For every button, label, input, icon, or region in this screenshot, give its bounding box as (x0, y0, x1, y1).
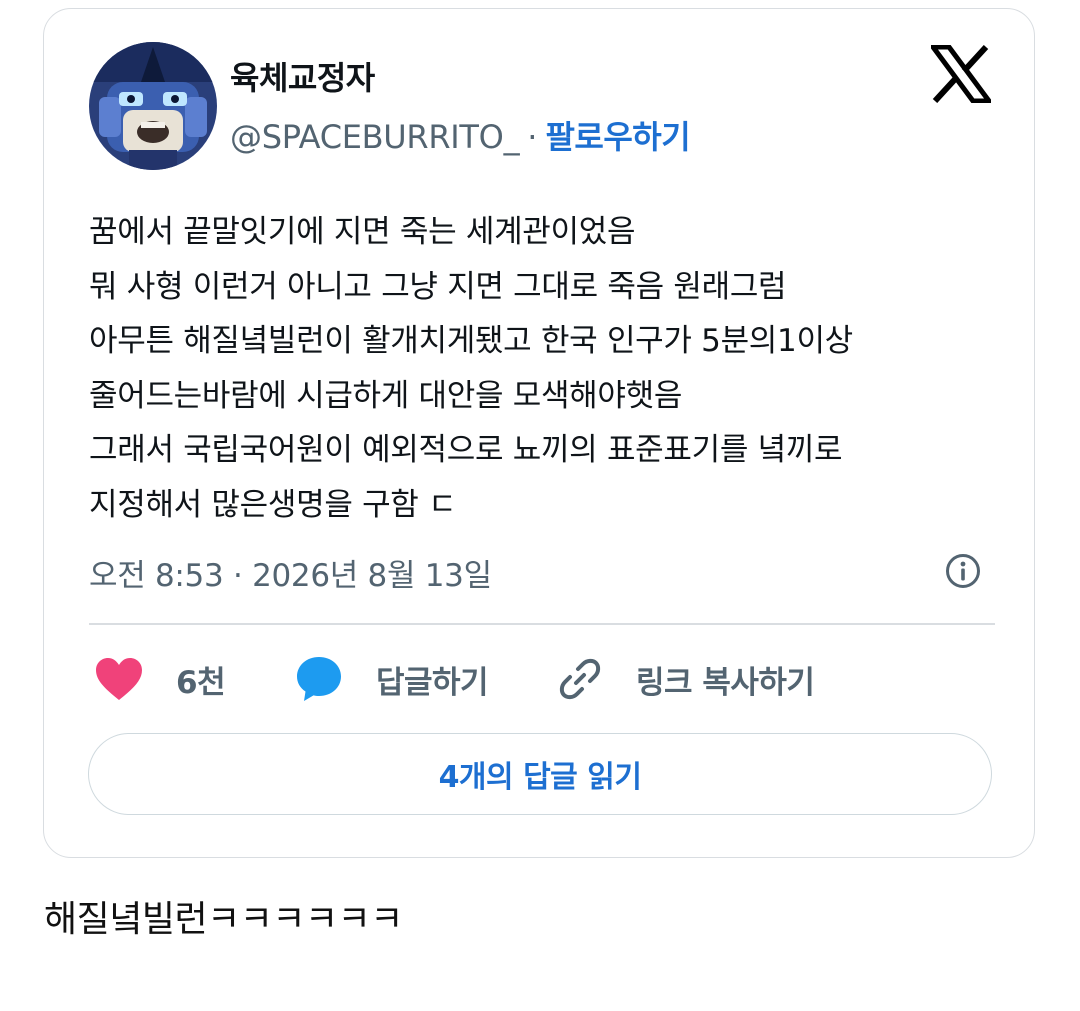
tweet-text-line: 뭐 사형 이런거 아니고 그냥 지면 그대로 죽음 원래그럼 (89, 268, 787, 305)
copy-link-label: 링크 복사하기 (636, 664, 815, 701)
reply-label: 답글하기 (376, 664, 489, 701)
tweet-text-line: 꿈에서 끝말잇기에 지면 죽는 세계관이었음 (89, 214, 636, 250)
x-logo-icon[interactable] (928, 44, 994, 104)
follow-button[interactable]: 팔로우하기 (545, 118, 690, 156)
tweet-timestamp[interactable]: 오전 8:53 · 2026년 8월 13일 (89, 550, 492, 595)
tweet-text-line: 그래서 국립국어원이 예외적으로 뇨끼의 표준표기를 녘끼로 (89, 432, 843, 468)
info-icon[interactable] (944, 552, 982, 590)
read-replies-button[interactable]: 4개의 답글 읽기 (88, 733, 992, 815)
link-icon (559, 658, 601, 700)
copy-link-button[interactable]: 링크 복사하기 (556, 649, 815, 709)
user-handle[interactable]: @SPACEBURRITO_ (230, 118, 520, 156)
heart-icon (96, 658, 142, 700)
handle-row: @SPACEBURRITO_ · 팔로우하기 (230, 112, 691, 158)
divider (89, 623, 995, 625)
tweet-text-line: 지정해서 많은생명을 구함 ㄷ (89, 486, 457, 523)
avatar[interactable] (89, 42, 217, 170)
like-count: 6천 (176, 664, 226, 701)
like-button[interactable]: 6천 (94, 649, 226, 709)
tweet-text-line: 줄어드는바람에 시급하게 대안을 모색해야햇음 (89, 377, 683, 414)
tweet-text-line: 아무튼 해질녘빌런이 활개치게됐고 한국 인구가 5분의1이상 (89, 323, 853, 359)
tweet-text: 꿈에서 끝말잇기에 지면 죽는 세계관이었음 뭐 사형 이런거 아니고 그냥 지… (89, 205, 1009, 532)
comment-text: 해질녘빌런ㅋㅋㅋㅋㅋㅋ (44, 899, 403, 940)
tweet-card: 육체교정자 @SPACEBURRITO_ · 팔로우하기 꿈에서 끝말잇기에 지면 … (43, 8, 1035, 858)
display-name[interactable]: 육체교정자 (230, 53, 375, 99)
separator-dot: · (527, 118, 538, 156)
reply-button[interactable]: 답글하기 (294, 649, 489, 709)
speech-bubble-icon (297, 657, 341, 701)
